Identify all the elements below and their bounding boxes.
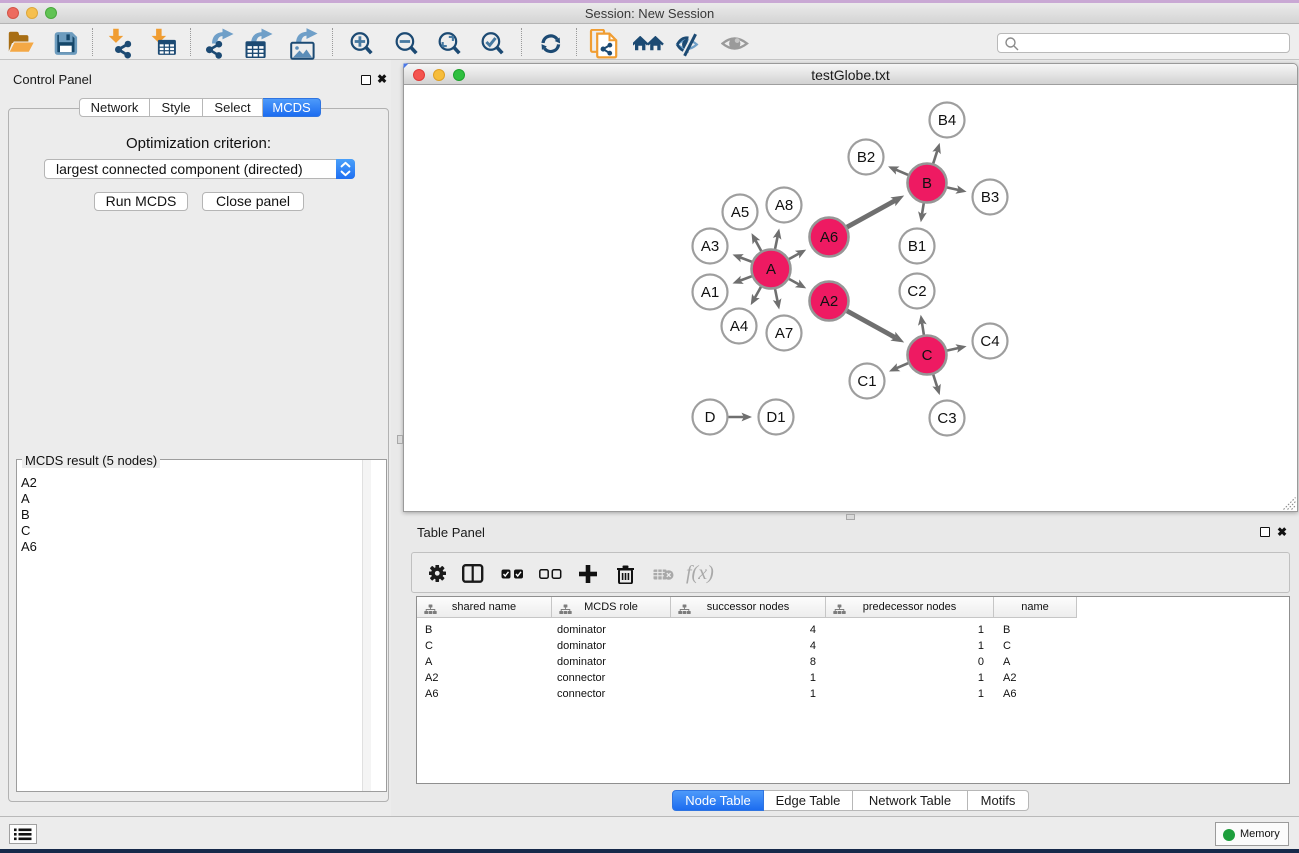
svg-text:D1: D1 — [766, 409, 785, 426]
svg-text:A1: A1 — [701, 284, 719, 301]
svg-text:B1: B1 — [908, 238, 926, 255]
svg-text:C1: C1 — [857, 373, 876, 390]
svg-text:B: B — [922, 175, 932, 192]
svg-text:A7: A7 — [775, 325, 793, 342]
svg-text:A4: A4 — [730, 318, 748, 335]
svg-text:A2: A2 — [820, 293, 838, 310]
svg-text:A8: A8 — [775, 197, 793, 214]
svg-text:B3: B3 — [981, 189, 999, 206]
svg-text:D: D — [705, 409, 716, 426]
svg-text:A6: A6 — [820, 229, 838, 246]
svg-text:C: C — [922, 347, 933, 364]
svg-text:A3: A3 — [701, 238, 719, 255]
svg-text:C3: C3 — [937, 410, 956, 427]
svg-text:A: A — [766, 261, 776, 278]
svg-text:C4: C4 — [980, 333, 999, 350]
svg-text:B2: B2 — [857, 149, 875, 166]
svg-text:C2: C2 — [907, 283, 926, 300]
svg-text:A5: A5 — [731, 204, 749, 221]
svg-text:B4: B4 — [938, 112, 956, 129]
